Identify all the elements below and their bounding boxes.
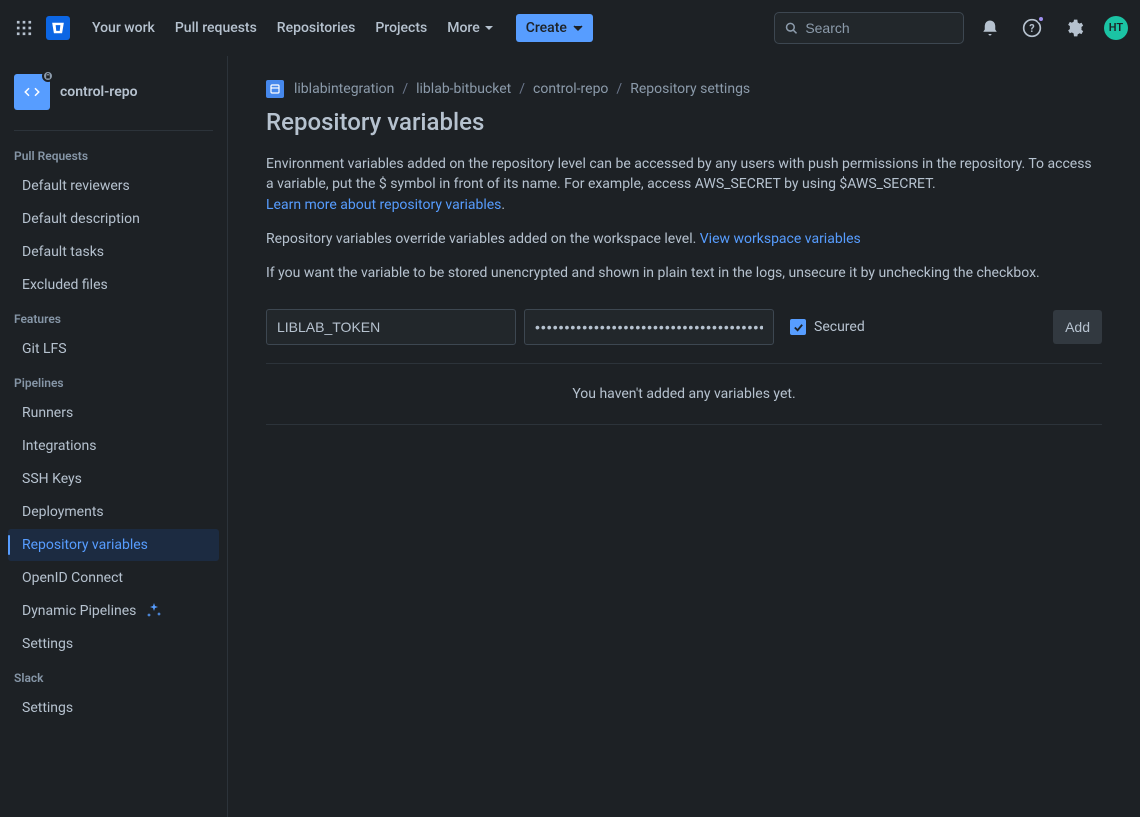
sidebar-item-repository-variables[interactable]: Repository variables	[8, 529, 219, 561]
sidebar-item-default-tasks[interactable]: Default tasks	[8, 236, 219, 268]
variable-value-input[interactable]	[524, 309, 774, 345]
nav-your-work[interactable]: Your work	[84, 12, 163, 44]
sidebar-item-ssh-keys[interactable]: SSH Keys	[8, 463, 219, 495]
sidebar-group-pipelines: Pipelines	[0, 366, 227, 396]
search-input[interactable]	[805, 20, 953, 36]
secured-checkbox[interactable]	[790, 319, 806, 335]
help-icon[interactable]: ?	[1016, 12, 1048, 44]
sidebar-item-openid-connect[interactable]: OpenID Connect	[8, 562, 219, 594]
sidebar-item-git-lfs[interactable]: Git LFS	[8, 333, 219, 365]
create-button-label: Create	[526, 20, 567, 36]
apps-switcher-icon[interactable]	[12, 16, 36, 40]
chevron-down-icon	[573, 23, 583, 33]
sidebar-item-excluded-files[interactable]: Excluded files	[8, 269, 219, 301]
nav-more[interactable]: More	[439, 12, 502, 44]
description-paragraph-1: Environment variables added on the repos…	[266, 154, 1102, 215]
breadcrumb-current[interactable]: Repository settings	[630, 81, 750, 97]
sidebar-group-pull-requests: Pull Requests	[0, 139, 227, 169]
add-variable-form: Secured Add	[266, 297, 1102, 364]
description-text: Repository variables override variables …	[266, 231, 700, 247]
nav-more-label: More	[447, 20, 480, 36]
breadcrumb-workspace[interactable]: liblabintegration	[294, 81, 394, 97]
create-button[interactable]: Create	[516, 14, 593, 42]
main-content: liblabintegration / liblab-bitbucket / c…	[228, 56, 1140, 817]
repo-header[interactable]: control-repo	[0, 74, 227, 124]
learn-more-link[interactable]: Learn more about repository variables	[266, 197, 501, 213]
nav-projects[interactable]: Projects	[367, 12, 435, 44]
breadcrumb-separator: /	[402, 81, 408, 97]
svg-text:?: ?	[1029, 22, 1034, 35]
checkmark-icon	[793, 322, 804, 333]
avatar[interactable]: HT	[1104, 16, 1128, 40]
top-nav: Your work Pull requests Repositories Pro…	[0, 0, 1140, 56]
sidebar-group-slack: Slack	[0, 661, 227, 691]
add-button[interactable]: Add	[1053, 310, 1102, 344]
sidebar-item-slack-settings[interactable]: Settings	[8, 692, 219, 724]
workspace-icon	[266, 80, 284, 98]
page-title: Repository variables	[266, 108, 1102, 136]
breadcrumb-project[interactable]: liblab-bitbucket	[416, 81, 511, 97]
view-workspace-variables-link[interactable]: View workspace variables	[700, 231, 861, 247]
breadcrumb-separator: /	[519, 81, 525, 97]
breadcrumb-repo[interactable]: control-repo	[533, 81, 608, 97]
nav-pull-requests[interactable]: Pull requests	[167, 12, 265, 44]
description-paragraph-3: If you want the variable to be stored un…	[266, 263, 1102, 283]
notification-dot	[1037, 15, 1045, 23]
sidebar-item-runners[interactable]: Runners	[8, 397, 219, 429]
sidebar: control-repo Pull Requests Default revie…	[0, 56, 228, 817]
search-icon	[785, 21, 797, 35]
repo-avatar-icon	[14, 74, 50, 110]
notifications-icon[interactable]	[974, 12, 1006, 44]
sidebar-group-features: Features	[0, 302, 227, 332]
lock-icon	[42, 70, 54, 82]
empty-state: You haven't added any variables yet.	[266, 364, 1102, 425]
sidebar-item-default-reviewers[interactable]: Default reviewers	[8, 170, 219, 202]
breadcrumb-separator: /	[616, 81, 622, 97]
settings-gear-icon[interactable]	[1058, 12, 1090, 44]
chevron-down-icon	[484, 23, 494, 33]
secured-label: Secured	[814, 319, 865, 335]
sidebar-item-default-description[interactable]: Default description	[8, 203, 219, 235]
sidebar-item-dynamic-pipelines[interactable]: Dynamic Pipelines	[8, 595, 219, 627]
sidebar-item-deployments[interactable]: Deployments	[8, 496, 219, 528]
sidebar-item-pipeline-settings[interactable]: Settings	[8, 628, 219, 660]
description-text: Environment variables added on the repos…	[266, 156, 1092, 192]
sidebar-item-label: Dynamic Pipelines	[22, 603, 136, 619]
bitbucket-logo-icon[interactable]	[46, 16, 70, 40]
sidebar-item-integrations[interactable]: Integrations	[8, 430, 219, 462]
description-paragraph-2: Repository variables override variables …	[266, 229, 1102, 249]
repo-name: control-repo	[60, 84, 138, 100]
variable-name-input[interactable]	[266, 309, 516, 345]
breadcrumb: liblabintegration / liblab-bitbucket / c…	[266, 80, 1102, 98]
search-box[interactable]	[774, 12, 964, 44]
sparkle-icon	[146, 603, 162, 619]
nav-repositories[interactable]: Repositories	[269, 12, 364, 44]
